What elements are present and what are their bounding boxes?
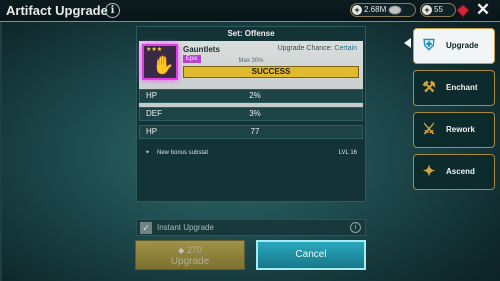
chance-value: Certain xyxy=(334,45,357,52)
anvil-icon: ⚒ xyxy=(422,79,436,96)
max-label: Max 30% xyxy=(238,58,264,64)
top-bar: Artifact Upgrade i +2.68M +55 ✕ xyxy=(0,0,500,22)
stars-icon: ★★★ xyxy=(146,47,163,53)
frame-line xyxy=(0,22,2,281)
bonus-text: New bonus substat xyxy=(157,150,209,156)
stat-row: DEF 3% xyxy=(139,107,363,121)
hammer-icon: ⚔ xyxy=(422,121,436,138)
plus-icon: ✦ xyxy=(145,150,151,156)
upgrade-cost-value: 270 xyxy=(186,245,202,255)
instant-upgrade-toggle[interactable]: ✓ Instant Upgrade i xyxy=(136,219,366,236)
stat-row: HP 77 xyxy=(139,125,363,139)
armor-icon: ⛨ xyxy=(423,37,435,54)
tab-label: Enchant xyxy=(446,83,478,92)
stat-name: HP xyxy=(146,91,158,100)
item-name: Gauntlets xyxy=(183,45,220,54)
info-icon[interactable]: i xyxy=(350,222,361,233)
upgrade-button[interactable]: ◆ 270 Upgrade xyxy=(135,240,245,270)
tab-label: Rework xyxy=(446,125,475,134)
stat-value: 77 xyxy=(250,127,260,136)
gem-amount: 55 xyxy=(434,5,443,14)
page-title: Artifact Upgrade xyxy=(6,3,108,18)
stat-name: DEF xyxy=(146,109,162,118)
bonus-substat-row: ✦ New bonus substat LVL 16 xyxy=(139,147,363,159)
tab-label: Upgrade xyxy=(446,41,479,50)
stat-name: HP xyxy=(146,127,158,136)
silver-coin-icon: ◆ xyxy=(178,246,185,255)
close-icon[interactable]: ✕ xyxy=(471,0,495,22)
stat-row: HP 2% xyxy=(139,89,363,103)
add-gems-icon[interactable]: + xyxy=(422,5,432,15)
tab-upgrade[interactable]: ⛨ Upgrade xyxy=(413,28,495,64)
instant-upgrade-label: Instant Upgrade xyxy=(157,223,214,232)
upgrade-cost: ◆ 270 xyxy=(136,245,244,255)
active-tab-pointer xyxy=(404,38,411,48)
tab-rework[interactable]: ⚔ Rework xyxy=(413,112,495,148)
gem-icon xyxy=(456,4,470,18)
bonus-level: LVL 16 xyxy=(338,150,357,156)
gem-counter[interactable]: +55 xyxy=(420,3,456,17)
result-bar: SUCCESS xyxy=(183,66,359,78)
tab-ascend[interactable]: ✦ Ascend xyxy=(413,154,495,190)
instant-upgrade-checkbox[interactable]: ✓ xyxy=(140,222,152,234)
stat-value: 2% xyxy=(249,91,261,100)
silver-amount: 2.68M xyxy=(364,5,387,14)
tab-enchant[interactable]: ⚒ Enchant xyxy=(413,70,495,106)
tab-label: Ascend xyxy=(446,167,475,176)
upgrade-button-label: Upgrade xyxy=(170,256,210,267)
set-title: Set: Offense xyxy=(227,29,275,38)
upgrade-chance: Upgrade Chance: Certain xyxy=(278,45,357,52)
add-silver-icon[interactable]: + xyxy=(352,5,362,15)
artifact-panel: Set: Offense ★★★ ✋ Gauntlets Epic Upgrad… xyxy=(136,26,366,202)
cancel-button[interactable]: Cancel xyxy=(256,240,366,270)
ascend-icon: ✦ xyxy=(422,163,436,180)
chance-label: Upgrade Chance: xyxy=(277,45,333,52)
silver-counter[interactable]: +2.68M xyxy=(350,3,416,17)
silver-coin-icon xyxy=(388,5,402,15)
info-icon[interactable]: i xyxy=(105,3,120,18)
stat-value: 3% xyxy=(249,109,261,118)
